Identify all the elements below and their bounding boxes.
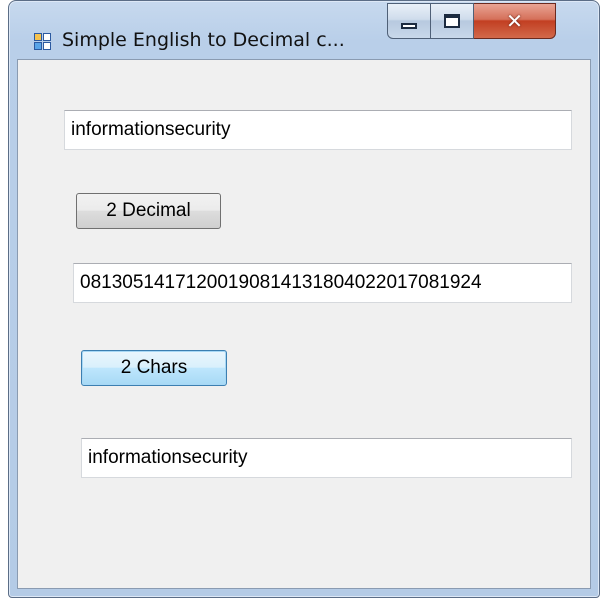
minimize-button[interactable] (387, 3, 431, 39)
app-icon[interactable] (34, 33, 51, 50)
minimize-icon (401, 23, 417, 29)
decimal-output-field[interactable]: 08130514171200190814131804022017081924 (73, 263, 572, 303)
chars-output-field[interactable]: informationsecurity (81, 438, 572, 478)
app-icon-square-3 (34, 42, 42, 50)
title-bar[interactable]: Simple English to Decimal c... ✕ (9, 1, 599, 59)
app-icon-square-1 (34, 33, 42, 41)
maximize-icon (444, 14, 460, 28)
close-icon: ✕ (506, 9, 523, 33)
app-window: Simple English to Decimal c... ✕ informa… (8, 0, 600, 598)
maximize-button[interactable] (431, 3, 474, 39)
input-text-field[interactable]: informationsecurity (64, 110, 572, 150)
to-decimal-button[interactable]: 2 Decimal (76, 193, 221, 229)
to-chars-button[interactable]: 2 Chars (81, 350, 227, 386)
close-button[interactable]: ✕ (474, 3, 556, 39)
caption-buttons: ✕ (387, 3, 556, 39)
app-icon-square-2 (43, 33, 51, 41)
window-title: Simple English to Decimal c... (62, 29, 345, 51)
app-icon-square-4 (43, 42, 51, 50)
form-client-area: informationsecurity 2 Decimal 0813051417… (17, 59, 591, 589)
